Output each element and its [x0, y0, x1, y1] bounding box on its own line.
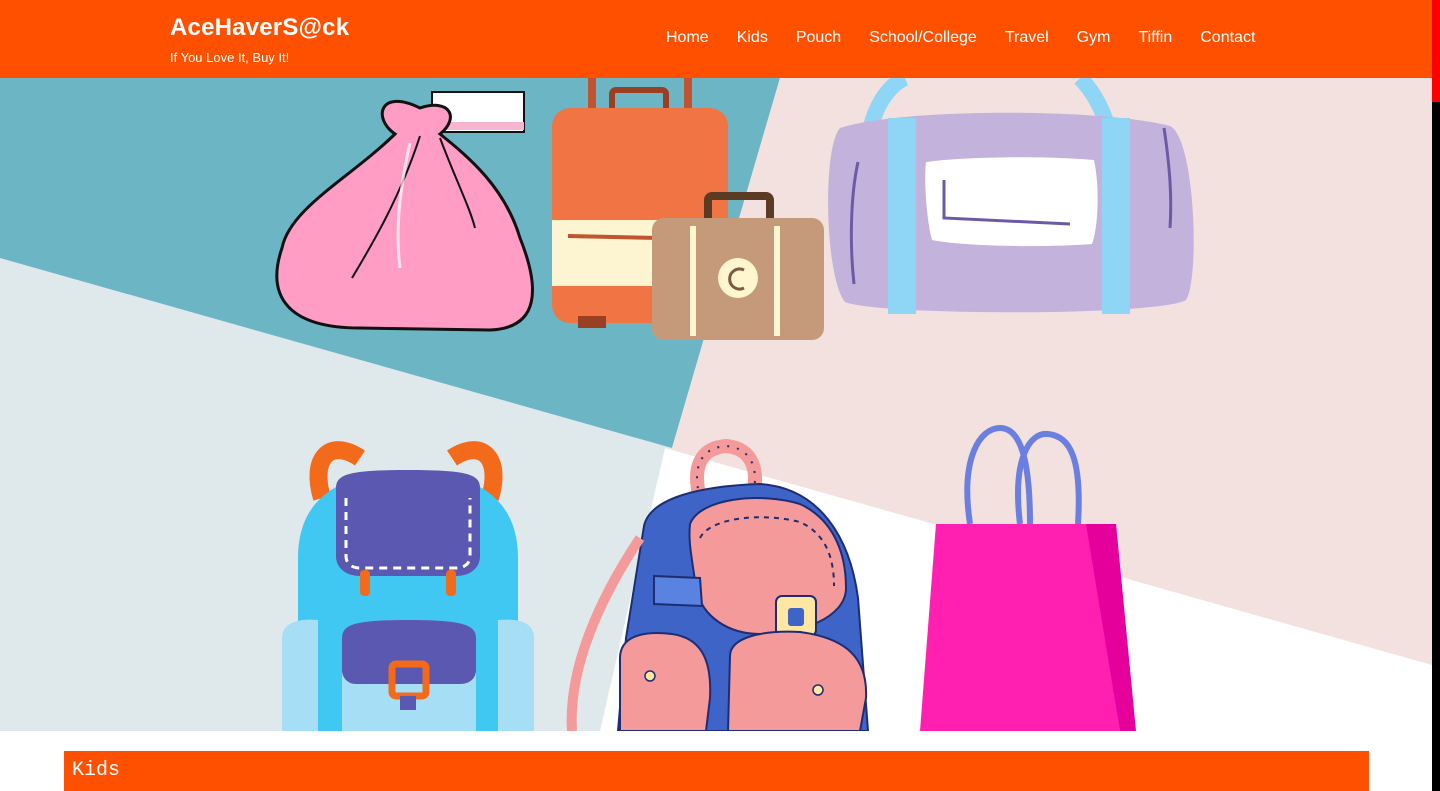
- nav-travel[interactable]: Travel: [1005, 28, 1049, 48]
- scrollbar-track[interactable]: [1432, 102, 1440, 791]
- hero-illustration: [0, 78, 1432, 731]
- site-header: AceHaverS@ck If You Love It, Buy It! Hom…: [0, 0, 1432, 78]
- scrollbar-thumb[interactable]: [1432, 0, 1440, 102]
- brand[interactable]: AceHaverS@ck If You Love It, Buy It!: [170, 14, 349, 66]
- nav-tiffin[interactable]: Tiffin: [1138, 28, 1172, 48]
- nav-kids[interactable]: Kids: [737, 28, 768, 48]
- section-header-kids: Kids: [64, 751, 1369, 791]
- brand-tagline: If You Love It, Buy It!: [170, 50, 290, 65]
- hero-banner: [0, 78, 1432, 731]
- blue-backpack-illustration: [282, 441, 534, 731]
- main-nav: Home Kids Pouch School/College Travel Gy…: [666, 28, 1283, 48]
- nav-pouch[interactable]: Pouch: [796, 28, 841, 48]
- nav-gym[interactable]: Gym: [1077, 28, 1111, 48]
- brand-title[interactable]: AceHaverS@ck: [170, 14, 349, 42]
- section-title: Kids: [72, 759, 121, 782]
- nav-home[interactable]: Home: [666, 28, 709, 48]
- nav-contact[interactable]: Contact: [1200, 28, 1255, 48]
- nav-school-college[interactable]: School/College: [869, 28, 977, 48]
